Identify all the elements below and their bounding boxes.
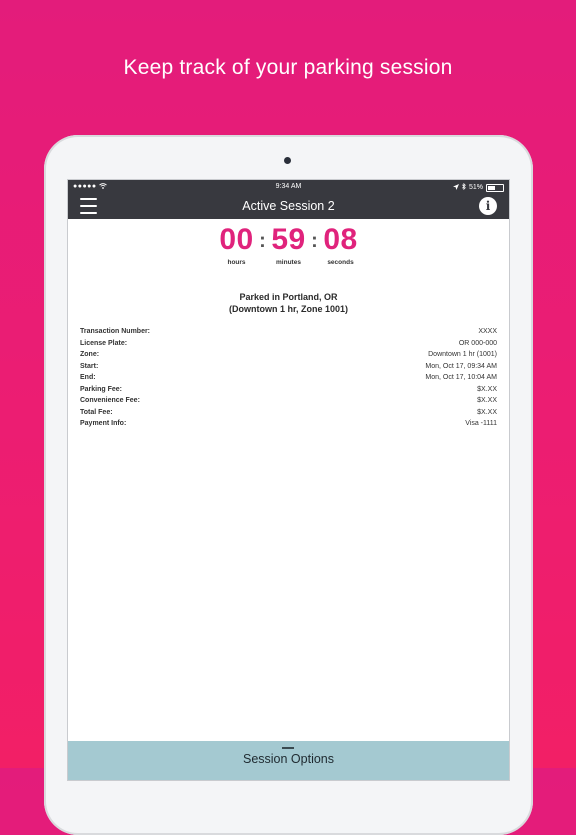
location-arrow-icon xyxy=(452,183,459,192)
camera-dot xyxy=(284,157,291,164)
parked-city: Parked in Portland, OR xyxy=(239,292,338,302)
battery-percent: 51% xyxy=(468,184,483,191)
detail-row: Transaction Number: XXXX xyxy=(80,328,497,340)
session-details: Transaction Number: XXXX License Plate: OR… xyxy=(80,328,497,432)
detail-value: Mon, Oct 17, 10:04 AM xyxy=(425,374,497,381)
timer-separator: : xyxy=(259,230,266,252)
detail-value: $X.XX xyxy=(477,397,497,404)
detail-value: $X.XX xyxy=(477,408,497,416)
timer-minutes-group: 59 minutes xyxy=(267,223,311,266)
detail-label: Payment Info: xyxy=(80,420,127,427)
parked-zone: (Downtown 1 hr, Zone 1001) xyxy=(228,304,348,314)
parked-location: Parked in Portland, OR (Downtown 1 hr, Z… xyxy=(68,291,509,315)
timer-minutes-label: minutes xyxy=(276,259,301,266)
detail-label: Total Fee: xyxy=(80,408,113,416)
status-bar: ●●●●● 9:34 AM 51% xyxy=(68,180,509,194)
detail-label: End: xyxy=(80,374,96,381)
detail-row: Parking Fee: $X.XX xyxy=(80,386,497,398)
detail-label: Parking Fee: xyxy=(80,385,123,393)
detail-label: Start: xyxy=(80,362,99,370)
battery-level xyxy=(488,185,496,190)
timer-seconds: 08 xyxy=(323,223,358,256)
status-time: 9:34 AM xyxy=(275,183,302,190)
page-title: Active Session 2 xyxy=(242,199,335,213)
detail-value: Downtown 1 hr (1001) xyxy=(428,351,497,358)
session-timer: 00 hours : 59 minutes : 08 seconds xyxy=(68,223,509,266)
detail-value: OR 000-000 xyxy=(458,339,497,347)
drag-handle-icon[interactable] xyxy=(282,747,294,749)
battery-icon xyxy=(486,183,504,192)
detail-label: Transaction Number: xyxy=(80,328,151,335)
detail-value: $X.XX xyxy=(477,385,497,393)
detail-row: Convenience Fee: $X.XX xyxy=(80,397,497,409)
timer-hours-label: hours xyxy=(227,259,246,266)
detail-row: End: Mon, Oct 17, 10:04 AM xyxy=(80,374,497,386)
info-icon[interactable]: i xyxy=(479,197,497,215)
timer-hours-group: 00 hours xyxy=(215,223,259,266)
detail-value: XXXX xyxy=(478,328,497,335)
detail-row: Zone: Downtown 1 hr (1001) xyxy=(80,351,497,363)
detail-label: Zone: xyxy=(80,351,100,358)
timer-minutes: 59 xyxy=(271,223,306,256)
nav-bar: Active Session 2 i xyxy=(68,194,509,219)
detail-row: Start: Mon, Oct 17, 09:34 AM xyxy=(80,363,497,375)
bluetooth-icon xyxy=(462,182,466,192)
timer-hours: 00 xyxy=(219,223,254,256)
session-options-button[interactable]: Session Options xyxy=(68,741,509,780)
timer-seconds-group: 08 seconds xyxy=(319,223,363,266)
status-right: 51% xyxy=(452,182,504,192)
detail-row: Total Fee: $X.XX xyxy=(80,409,497,421)
detail-value: Mon, Oct 17, 09:34 AM xyxy=(425,362,497,370)
marketing-headline: Keep track of your parking session xyxy=(123,56,453,79)
app-screen: ●●●●● 9:34 AM 51% Active Session 2 i 00 xyxy=(68,180,509,780)
detail-value: Visa -1111 xyxy=(465,420,497,427)
session-options-label: Session Options xyxy=(242,752,335,766)
detail-row: License Plate: OR 000-000 xyxy=(80,340,497,352)
detail-row: Payment Info: Visa -1111 xyxy=(80,420,497,432)
timer-separator: : xyxy=(311,230,318,252)
detail-label: License Plate: xyxy=(80,339,128,347)
detail-label: Convenience Fee: xyxy=(80,397,140,404)
timer-seconds-label: seconds xyxy=(327,259,354,266)
